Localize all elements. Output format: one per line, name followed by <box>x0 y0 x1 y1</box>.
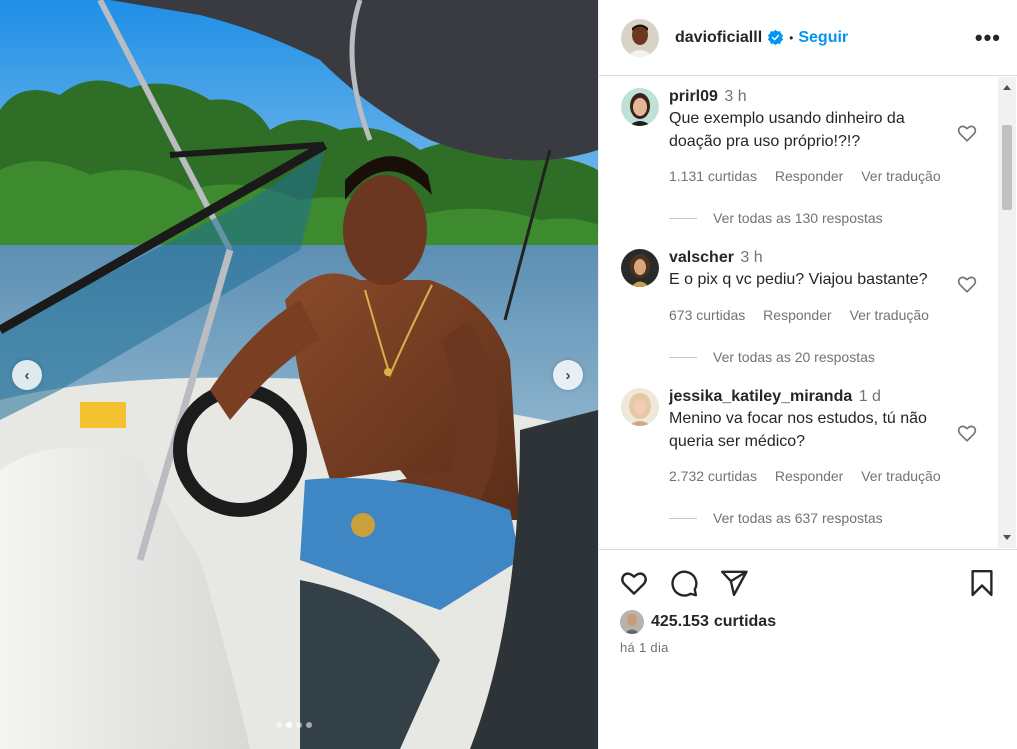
chevron-left-icon: ‹ <box>24 366 30 384</box>
comment-username[interactable]: jessika_katiley_miranda <box>669 388 852 405</box>
comment-icon[interactable] <box>669 568 699 598</box>
post-actions: 425.153 curtidas há 1 dia <box>599 549 1017 749</box>
follow-button[interactable]: Seguir <box>798 29 848 47</box>
view-replies-label: Ver todas as 637 respostas <box>713 510 883 526</box>
view-replies-label: Ver todas as 130 respostas <box>713 210 883 226</box>
comment-time[interactable]: 3 h <box>724 88 746 105</box>
author-username[interactable]: davioficialll <box>675 29 762 47</box>
comment-text: Que exemplo usando dinheiro da doação pr… <box>669 110 905 150</box>
heart-icon[interactable] <box>956 122 978 144</box>
comment-avatar[interactable] <box>621 88 659 126</box>
share-icon[interactable] <box>719 568 749 598</box>
replies-divider <box>669 356 697 358</box>
comments-list: prirl09 3 h Que exemplo usando dinheiro … <box>599 76 997 549</box>
carousel-dot[interactable] <box>306 722 312 728</box>
carousel-dot[interactable] <box>276 722 282 728</box>
post-photo: ‹ › <box>0 0 598 749</box>
comment-username[interactable]: valscher <box>669 249 734 266</box>
comment-time[interactable]: 3 h <box>740 249 762 266</box>
reply-button[interactable]: Responder <box>763 307 832 323</box>
scroll-up-icon[interactable] <box>1003 85 1011 90</box>
replies-divider <box>669 217 697 219</box>
view-replies-button[interactable]: Ver todas as 637 respostas <box>669 510 883 526</box>
carousel-dot-active[interactable] <box>286 722 292 728</box>
replies-divider <box>669 517 697 519</box>
post-date[interactable]: há 1 dia <box>620 640 669 655</box>
comments-scrollbar[interactable] <box>998 77 1016 548</box>
view-replies-button[interactable]: Ver todas as 20 respostas <box>669 349 875 365</box>
scrollbar-thumb[interactable] <box>1002 125 1012 210</box>
carousel-dot[interactable] <box>296 722 302 728</box>
translate-button[interactable]: Ver tradução <box>861 468 940 484</box>
comment-username[interactable]: prirl09 <box>669 88 718 105</box>
comment-actions: 1.131 curtidas Responder Ver tradução <box>669 168 955 184</box>
translate-button[interactable]: Ver tradução <box>861 168 940 184</box>
reply-button[interactable]: Responder <box>775 168 844 184</box>
view-replies-button[interactable]: Ver todas as 130 respostas <box>669 210 883 226</box>
heart-icon[interactable] <box>956 273 978 295</box>
header-separator: • <box>789 30 794 45</box>
post-side-panel: davioficialll • Seguir ••• prirl09 3 h Q… <box>598 0 1017 749</box>
reply-button[interactable]: Responder <box>775 468 844 484</box>
post-header: davioficialll • Seguir ••• <box>599 0 1017 76</box>
likes-count: 425.153 <box>651 613 709 630</box>
photo-scene <box>0 0 598 749</box>
translate-button[interactable]: Ver tradução <box>850 307 929 323</box>
comment-likes[interactable]: 2.732 curtidas <box>669 468 757 484</box>
heart-icon[interactable] <box>956 422 978 444</box>
verified-badge-icon <box>767 29 784 46</box>
comment-avatar[interactable] <box>621 388 659 426</box>
chevron-right-icon: › <box>565 366 571 384</box>
comment-actions: 673 curtidas Responder Ver tradução <box>669 307 943 323</box>
comment-avatar[interactable] <box>621 249 659 287</box>
carousel-prev-button[interactable]: ‹ <box>12 360 42 390</box>
scroll-down-icon[interactable] <box>1003 535 1011 540</box>
comment-actions: 2.732 curtidas Responder Ver tradução <box>669 468 955 484</box>
bookmark-icon[interactable] <box>967 568 997 598</box>
likes-summary[interactable]: 425.153 curtidas <box>620 610 776 634</box>
comment-likes[interactable]: 673 curtidas <box>669 307 745 323</box>
comment-text: E o pix q vc pediu? Viajou bastante? <box>669 271 928 288</box>
view-replies-label: Ver todas as 20 respostas <box>713 349 875 365</box>
comment-text: Menino va focar nos estudos, tú não quer… <box>669 410 927 450</box>
comment-time[interactable]: 1 d <box>859 388 881 405</box>
comment-likes[interactable]: 1.131 curtidas <box>669 168 757 184</box>
heart-icon[interactable] <box>619 568 649 598</box>
carousel-next-button[interactable]: › <box>553 360 583 390</box>
carousel-dots <box>276 722 312 728</box>
liker-avatar <box>620 610 644 634</box>
likes-label: curtidas <box>713 613 777 630</box>
author-avatar[interactable] <box>621 18 659 57</box>
more-options-icon[interactable]: ••• <box>975 25 1001 51</box>
